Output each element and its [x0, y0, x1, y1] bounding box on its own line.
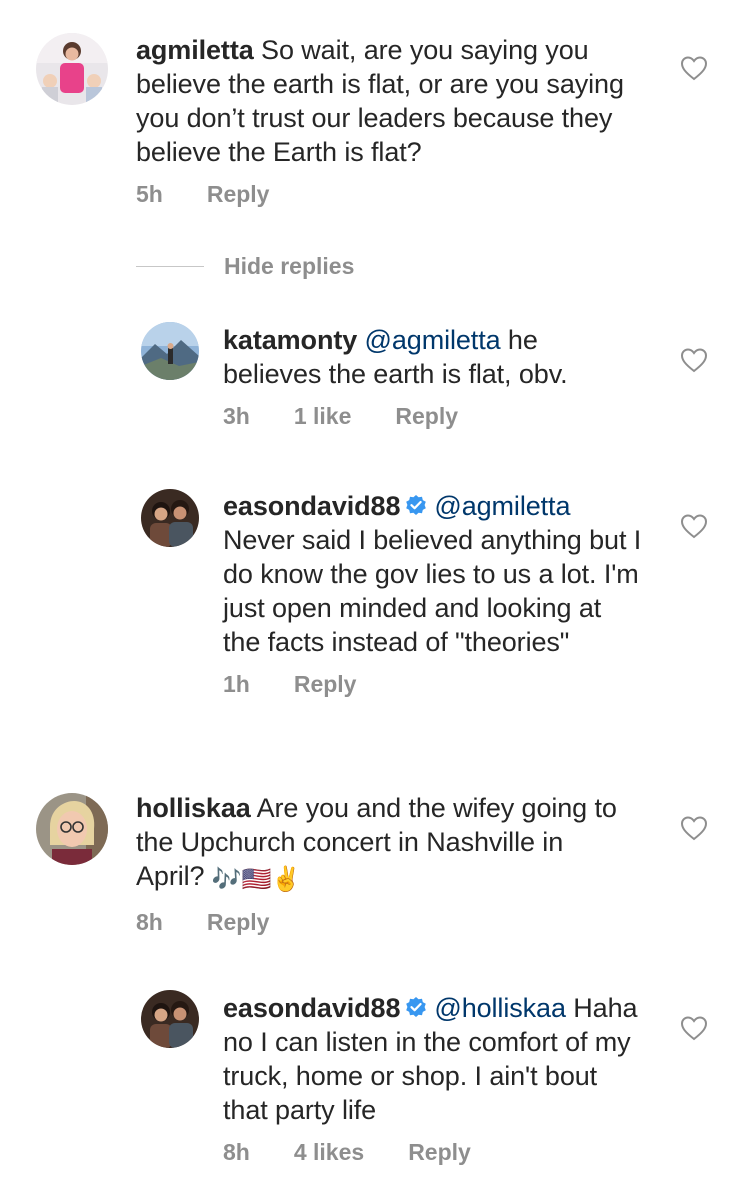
heart-outline-icon[interactable] [680, 1015, 708, 1041]
divider [136, 265, 204, 267]
mention-link[interactable]: @agmiletta [365, 325, 501, 355]
username[interactable]: easondavid88 [223, 491, 400, 521]
timestamp: 8h [136, 909, 163, 935]
comment-text: easondavid88 @agmiletta Never said I bel… [223, 489, 643, 659]
avatar[interactable] [36, 793, 108, 865]
timestamp: 8h [223, 1139, 250, 1165]
verified-badge-icon [406, 997, 427, 1017]
reply-button[interactable]: Reply [207, 181, 270, 208]
username[interactable]: holliskaa [136, 793, 251, 823]
likes-count[interactable]: 4 likes [294, 1139, 364, 1166]
reply-button[interactable]: Reply [408, 1139, 471, 1166]
avatar[interactable] [141, 322, 199, 380]
mention-link[interactable]: @agmiletta [434, 491, 570, 521]
verified-badge-icon [406, 495, 427, 515]
hide-replies-button[interactable]: Hide replies [136, 248, 354, 284]
heart-outline-icon[interactable] [680, 55, 708, 81]
emoji-text: 🎶🇺🇸✌️ [211, 866, 302, 893]
timestamp: 3h [223, 403, 250, 429]
timestamp: 1h [223, 671, 250, 697]
comment-text: holliskaa Are you and the wifey going to… [136, 791, 636, 897]
heart-outline-icon[interactable] [680, 815, 708, 841]
avatar[interactable] [141, 489, 199, 547]
heart-outline-icon[interactable] [680, 513, 708, 539]
heart-outline-icon[interactable] [680, 347, 708, 373]
hide-replies-label[interactable]: Hide replies [224, 253, 354, 280]
timestamp: 5h [136, 181, 163, 207]
comment-body: Never said I believed anything but I do … [223, 525, 642, 657]
username[interactable]: easondavid88 [223, 993, 400, 1023]
comment-text: katamonty @agmiletta he believes the ear… [223, 323, 643, 391]
comment-text: agmiletta So wait, are you saying you be… [136, 33, 636, 169]
reply-button[interactable]: Reply [207, 909, 270, 936]
comment-text: easondavid88 @holliskaa Haha no I can li… [223, 991, 643, 1127]
mention-link[interactable]: @holliskaa [434, 993, 566, 1023]
username[interactable]: katamonty [223, 325, 357, 355]
reply-button[interactable]: Reply [395, 403, 458, 430]
likes-count[interactable]: 1 like [294, 403, 352, 430]
username[interactable]: agmiletta [136, 35, 254, 65]
avatar[interactable] [141, 990, 199, 1048]
avatar[interactable] [36, 33, 108, 105]
reply-button[interactable]: Reply [294, 671, 357, 698]
